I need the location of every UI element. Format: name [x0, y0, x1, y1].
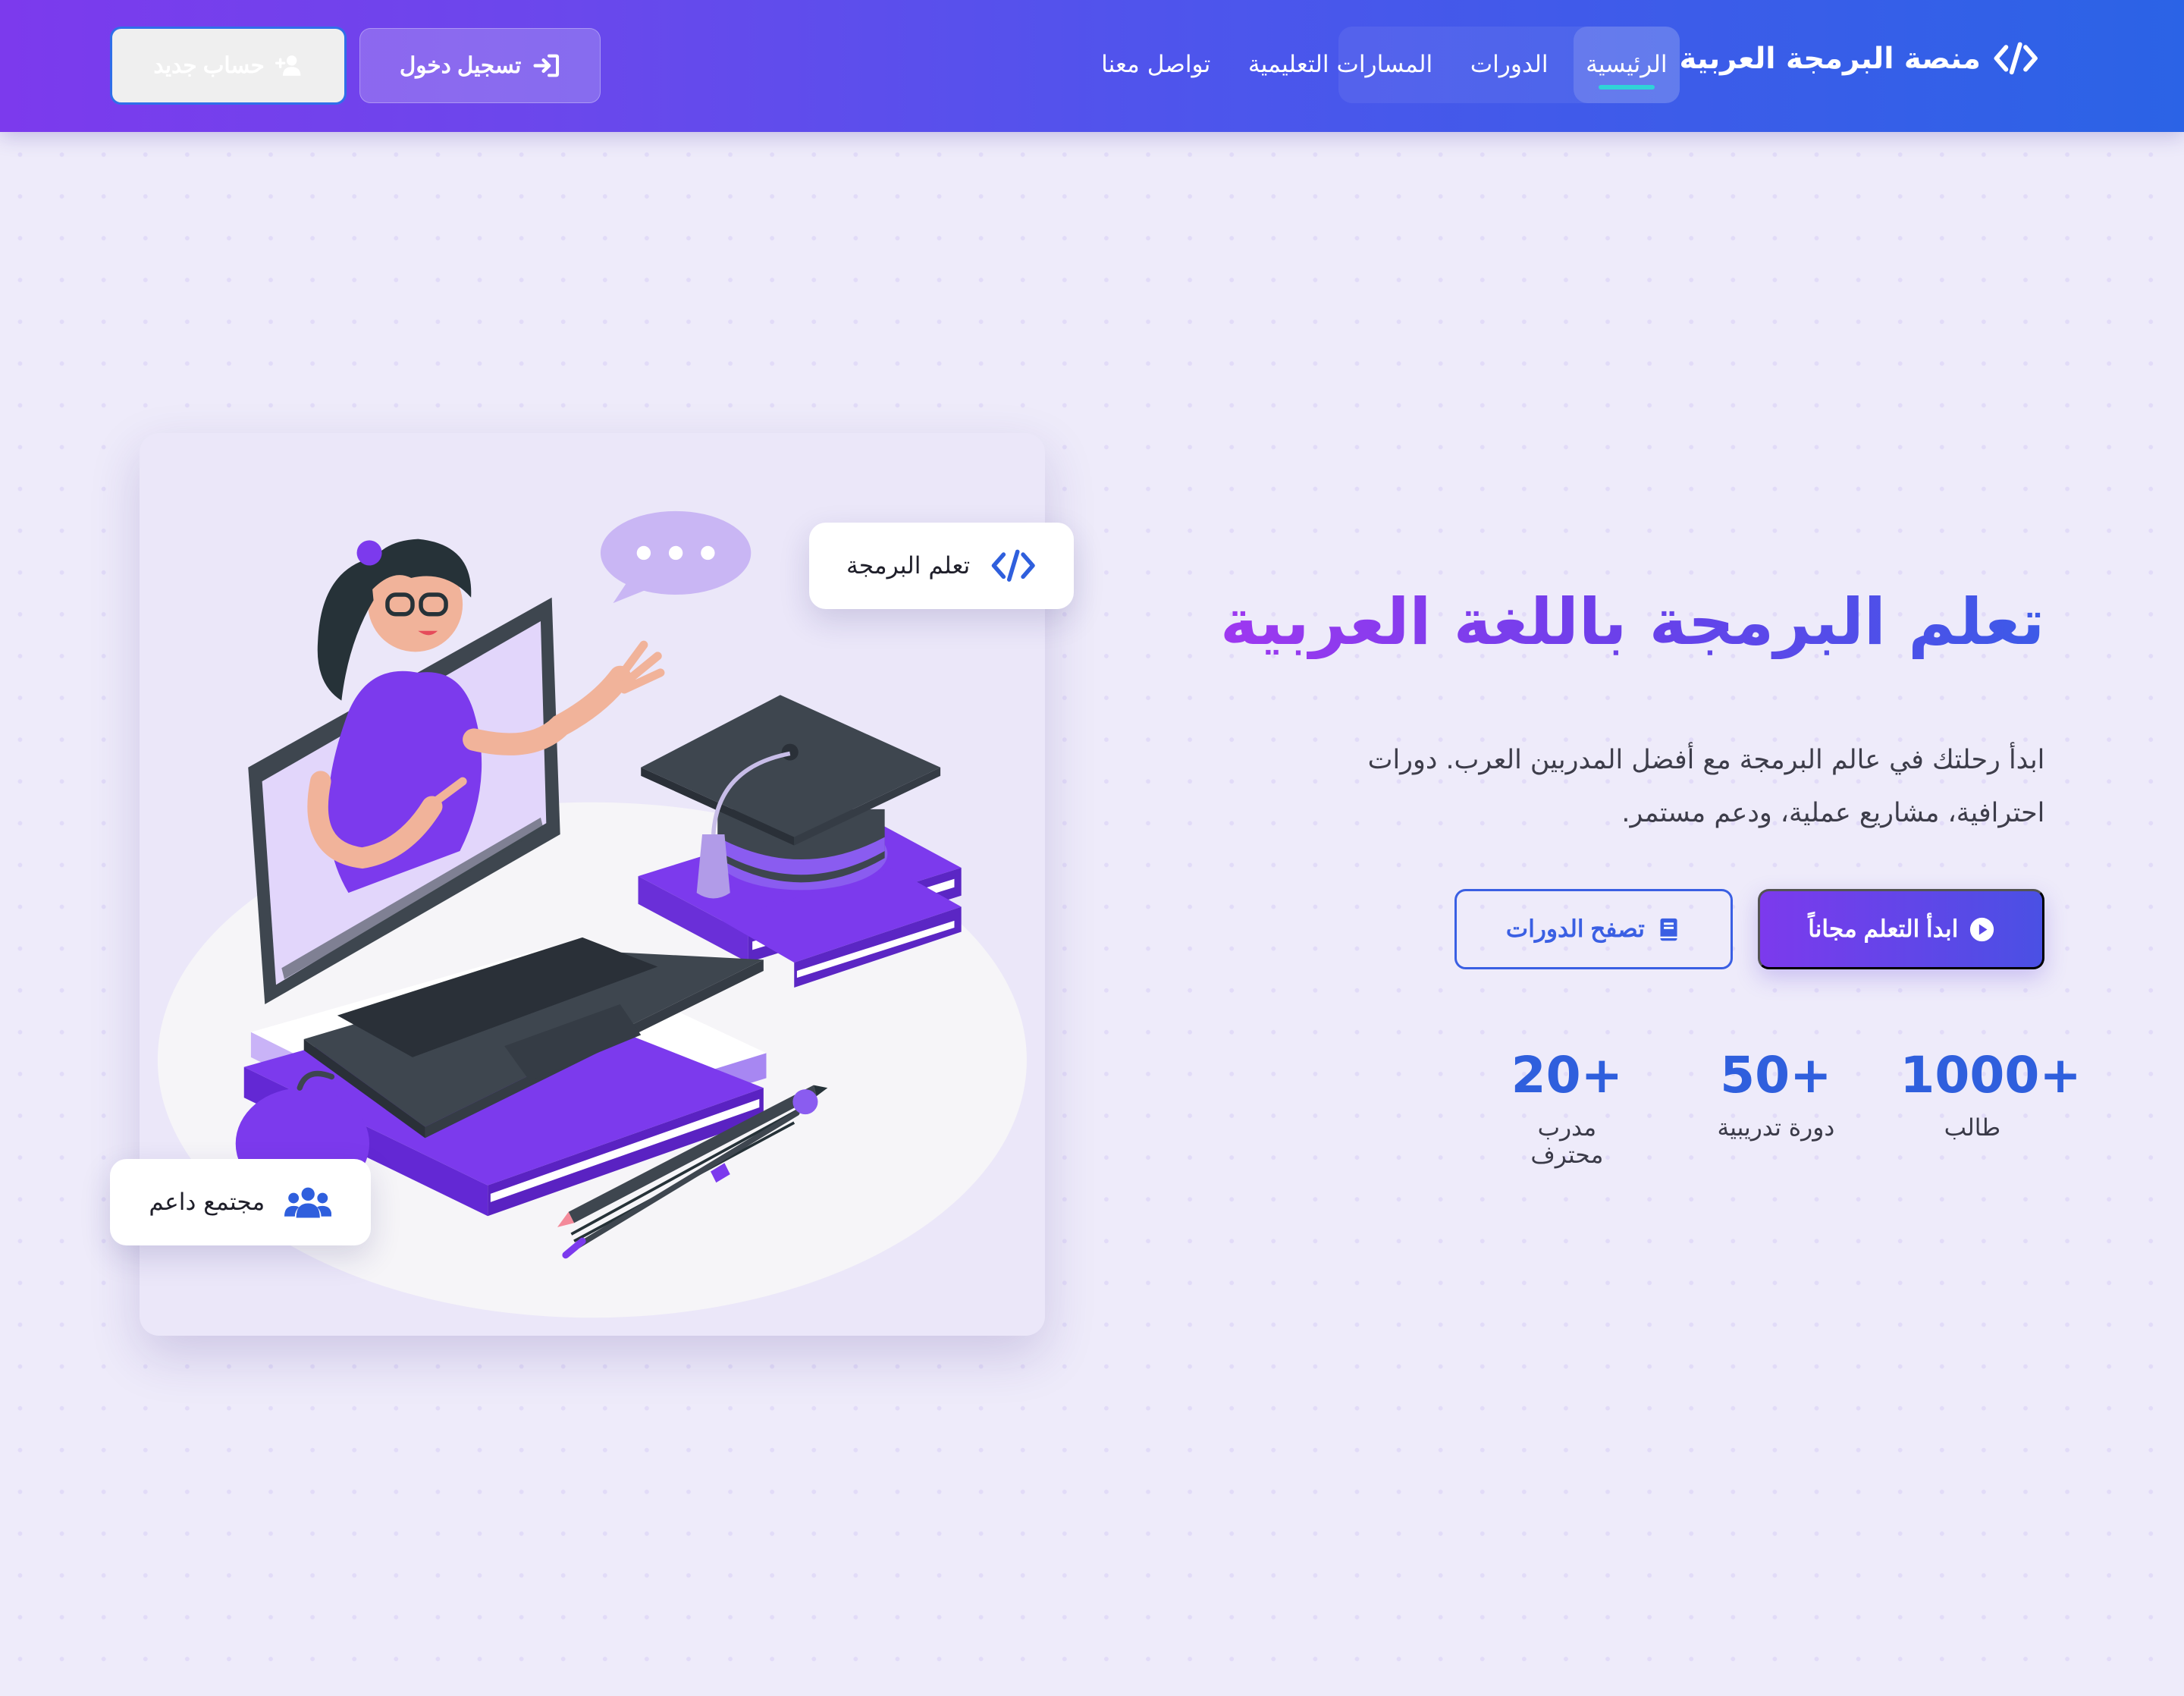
start-learning-button[interactable]: ابدأ التعلم مجاناً	[1757, 888, 2045, 970]
main-nav: الرئيسية الدورات المسارات التعليمية تواص…	[781, 26, 1680, 103]
register-button-label: حساب جديد	[153, 52, 265, 78]
nav-item-contact[interactable]: تواصل معنا	[1089, 27, 1223, 103]
nav-item-home[interactable]: الرئيسية	[1573, 26, 1680, 103]
hero-title: تعلم البرمجة باللغة العربية	[1220, 585, 2045, 660]
start-learning-label: ابدأ التعلم مجاناً	[1808, 916, 1959, 943]
user-plus-icon	[275, 55, 301, 76]
stat-courses: 50+ دورة تدريبية	[1716, 1045, 1836, 1142]
stat-trainers: 20+ مدرب محترف	[1500, 1045, 1633, 1170]
sign-in-icon	[533, 54, 560, 77]
code-icon	[1994, 42, 2038, 75]
nav-item-courses[interactable]: الدورات	[1458, 27, 1561, 103]
site-logo[interactable]: منصة البرمجة العربية	[1679, 40, 2039, 77]
book-icon	[1660, 918, 1677, 941]
browse-courses-label: تصفح الدورات	[1505, 916, 1645, 943]
top-navbar: منصة البرمجة العربية الرئيسية الدورات ال…	[0, 0, 2184, 133]
register-button[interactable]: حساب جديد	[110, 26, 347, 105]
site-logo-text: منصة البرمجة العربية	[1679, 41, 1981, 76]
stat-students: 1000+ طالب	[1900, 1045, 2082, 1142]
nav-item-learning-paths[interactable]: المسارات التعليمية	[1235, 27, 1445, 103]
badge-learn-programming: تعلم البرمجة	[809, 522, 1075, 609]
stat-students-value: 1000+	[1900, 1045, 2082, 1104]
hero-description: ابدأ رحلتك في عالم البرمجة مع أفضل المدر…	[1367, 744, 2045, 828]
stat-trainers-label: مدرب محترف	[1530, 1114, 1604, 1170]
browse-courses-button[interactable]: تصفح الدورات	[1454, 888, 1733, 970]
stat-courses-label: دورة تدريبية	[1717, 1114, 1835, 1142]
stat-courses-value: 50+	[1720, 1045, 1832, 1104]
login-button-label: تسجيل دخول	[399, 52, 522, 78]
stat-trainers-value: 20+	[1511, 1045, 1624, 1104]
play-circle-icon	[1969, 917, 1994, 941]
login-button[interactable]: تسجيل دخول	[359, 27, 601, 103]
badge-supportive-community-label: مجتمع داعم	[149, 1189, 265, 1217]
badge-supportive-community: مجتمع داعم	[110, 1159, 371, 1245]
stat-students-label: طالب	[1944, 1114, 2001, 1142]
badge-learn-programming-label: تعلم البرمجة	[846, 551, 971, 579]
users-icon	[284, 1187, 332, 1218]
code-icon	[991, 549, 1035, 582]
